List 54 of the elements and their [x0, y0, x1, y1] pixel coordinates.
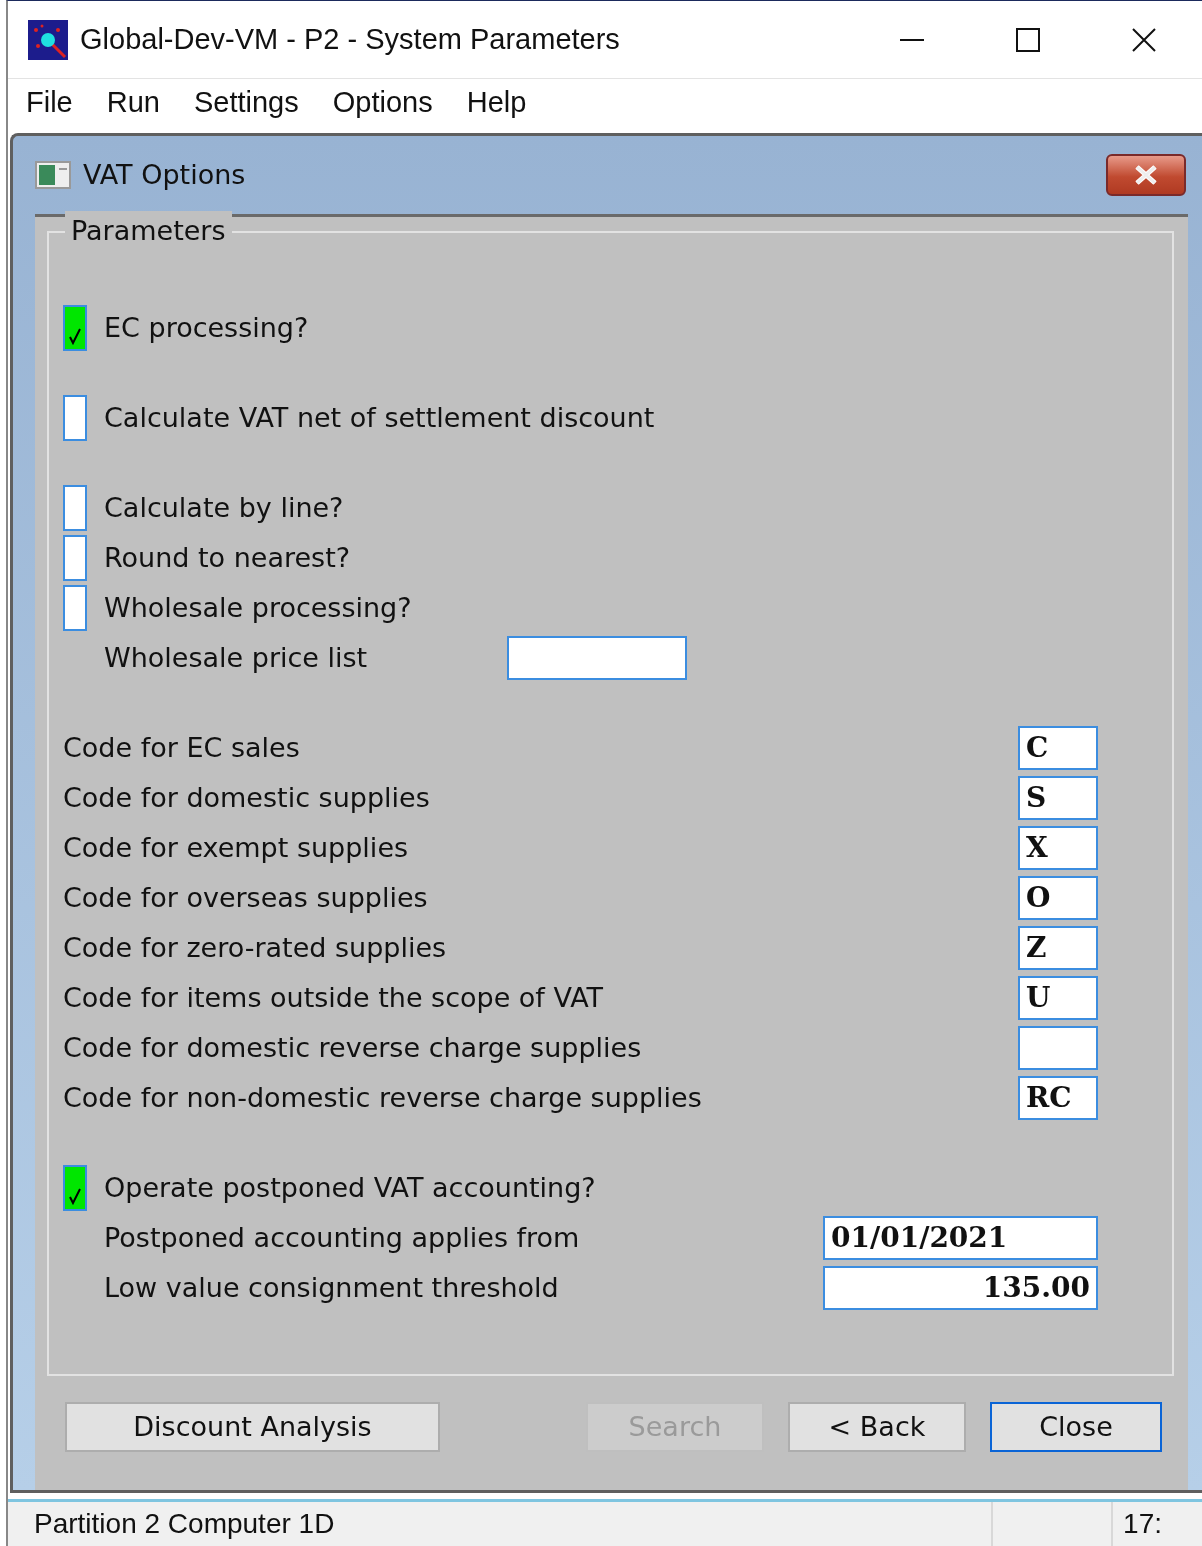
dialog-button[interactable]: < Back — [788, 1402, 966, 1453]
check-icon — [68, 1187, 82, 1206]
menu-item[interactable]: Help — [466, 81, 527, 125]
close-icon[interactable] — [1130, 25, 1158, 54]
checkbox[interactable] — [63, 535, 87, 582]
menu-item[interactable]: Run — [106, 81, 160, 125]
dialog-button[interactable]: Discount Analysis — [65, 1402, 440, 1453]
maximize-icon[interactable] — [1014, 25, 1042, 54]
input-field[interactable]: X — [1018, 826, 1098, 871]
app-icon — [28, 19, 68, 60]
checkbox[interactable] — [63, 305, 87, 352]
input-field[interactable] — [507, 636, 688, 681]
field-label: Postponed accounting applies from — [104, 1221, 580, 1256]
field-label: Calculate by line? — [104, 491, 344, 526]
checkbox[interactable] — [63, 395, 87, 442]
field-label: Code for domestic supplies — [63, 781, 430, 816]
field-label: Calculate VAT net of settlement discount — [104, 401, 655, 436]
field-label: Wholesale processing? — [104, 591, 412, 626]
field-label: EC processing? — [104, 311, 309, 346]
field-label: Code for exempt supplies — [63, 831, 409, 866]
input-field[interactable]: RC — [1018, 1076, 1098, 1121]
window-title: Global-Dev-VM - P2 - System Parameters — [80, 21, 620, 57]
close-icon — [1133, 165, 1159, 186]
menu-item[interactable]: Options — [332, 81, 433, 125]
field-label: Code for non-domestic reverse charge supplies — [63, 1081, 702, 1116]
field-label: Code for overseas supplies — [63, 881, 428, 916]
field-label: Low value consignment threshold — [104, 1271, 559, 1306]
field-label: Code for EC sales — [63, 731, 300, 766]
menu-item[interactable]: File — [26, 81, 73, 125]
field-label: Code for items outside the scope of VAT — [63, 981, 604, 1016]
menu-item[interactable]: Settings — [193, 81, 299, 125]
field-label: Operate postponed VAT accounting? — [104, 1171, 596, 1206]
dialog-title: VAT Options — [83, 158, 246, 193]
form-icon — [35, 161, 71, 190]
input-field[interactable]: 135.00 — [823, 1266, 1098, 1311]
field-label: Round to nearest? — [104, 541, 351, 576]
input-field[interactable]: Z — [1018, 926, 1098, 971]
input-field[interactable]: U — [1018, 976, 1098, 1021]
field-label: Code for zero-rated supplies — [63, 931, 447, 966]
field-label: Wholesale price list — [104, 641, 368, 676]
status-time: 17: — [1122, 1507, 1163, 1542]
input-field[interactable] — [1018, 1026, 1098, 1071]
dialog-button[interactable]: Close — [990, 1402, 1162, 1453]
checkbox[interactable] — [63, 585, 87, 632]
input-field[interactable]: O — [1018, 876, 1098, 921]
close-button[interactable] — [1106, 154, 1186, 197]
checkbox[interactable] — [63, 1165, 87, 1212]
field-label: Code for domestic reverse charge supplies — [63, 1031, 642, 1066]
checkbox[interactable] — [63, 485, 87, 532]
input-field[interactable]: S — [1018, 776, 1098, 821]
input-field[interactable]: 01/01/2021 — [823, 1216, 1098, 1261]
input-field[interactable]: C — [1018, 726, 1098, 771]
status-message: Partition 2 Computer 1D — [33, 1507, 335, 1542]
check-icon — [68, 327, 82, 346]
